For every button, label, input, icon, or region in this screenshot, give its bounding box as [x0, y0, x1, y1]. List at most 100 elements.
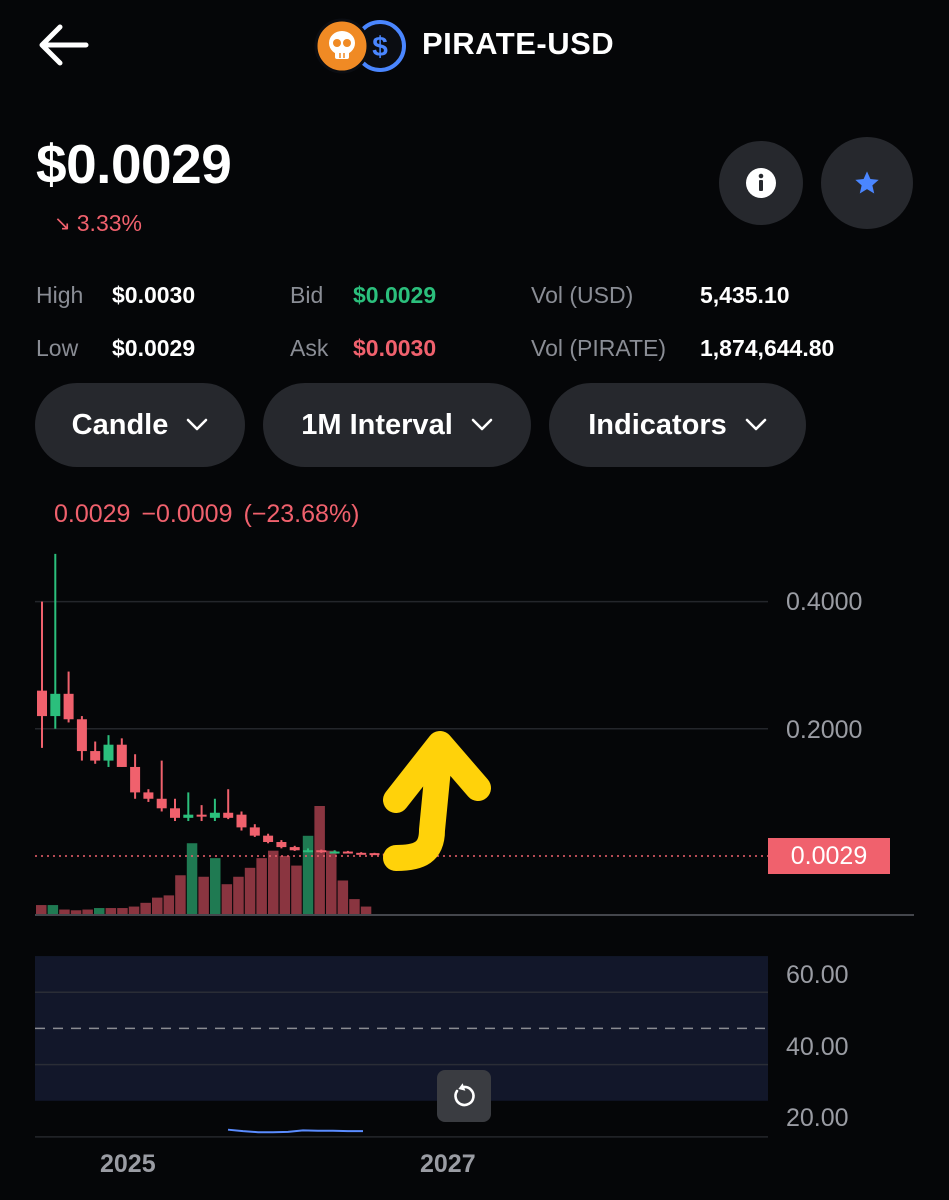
volume-bar [244, 867, 256, 914]
candle [303, 850, 313, 853]
candle [63, 693, 74, 720]
indicators-dropdown[interactable]: Indicators [549, 383, 806, 467]
volume-bar [94, 908, 105, 914]
vol-base-value: 1,874,644.80 [700, 335, 835, 361]
current-price: $0.0029 [36, 133, 232, 195]
volume-bar [326, 850, 337, 914]
candle [130, 766, 141, 793]
volume-bar [128, 906, 140, 914]
skull-icon [314, 18, 370, 74]
candle [342, 851, 353, 854]
star-icon [855, 171, 879, 194]
last-price-tag: 0.0029 [768, 838, 890, 874]
candle [236, 814, 247, 828]
info-button[interactable] [719, 141, 803, 225]
candle [196, 814, 207, 817]
low-label: Low [36, 335, 79, 361]
chart-type-label: Candle [71, 408, 169, 441]
arrow-down-right-icon: ↘ [54, 213, 71, 235]
chart-type-dropdown[interactable]: Candle [35, 383, 245, 467]
readout-change: −0.0009 [141, 500, 233, 528]
volume-bar [70, 910, 82, 914]
volume-bar [186, 843, 198, 914]
candle [223, 812, 234, 818]
arrow-left-icon [39, 24, 89, 66]
rsi-tick-label: 20.00 [786, 1104, 849, 1132]
x-tick-label: 2025 [100, 1150, 156, 1178]
reset-icon [454, 1083, 475, 1107]
volume-bar [198, 876, 209, 914]
volume-bar [36, 905, 47, 914]
candle [37, 690, 47, 717]
candle [90, 751, 101, 761]
interval-label: 1M Interval [301, 408, 453, 441]
reset-chart-button[interactable] [437, 1070, 491, 1122]
annotation-arrow [383, 731, 491, 871]
vol-usd-value: 5,435.10 [700, 282, 790, 308]
volume-bar [163, 895, 175, 914]
candle [289, 847, 300, 851]
y-tick-label: 0.2000 [786, 716, 863, 744]
chart-readout: 0.0029 −0.0009 (−23.68%) [54, 500, 360, 529]
volume-bar [268, 850, 279, 914]
volume-bar [314, 806, 325, 914]
low-value: $0.0029 [112, 335, 196, 361]
candle [183, 814, 194, 818]
chevron-down-icon [471, 418, 493, 431]
ask-value: $0.0030 [353, 335, 437, 361]
volume-bar [47, 905, 59, 914]
candle [276, 842, 287, 848]
rsi-line [227, 1128, 363, 1134]
volume-bar [302, 835, 314, 914]
volume-bar [279, 855, 291, 914]
high-label: High [36, 282, 84, 308]
volume-bar [221, 884, 233, 914]
volume-bar [256, 858, 267, 914]
rsi-tick-label: 40.00 [786, 1033, 849, 1061]
volume-bar [210, 858, 221, 914]
volume-bar [337, 880, 349, 914]
volume-bar [105, 908, 117, 914]
candle [103, 744, 114, 761]
pair-icons: $ [314, 18, 406, 74]
price-change: ↘ 3.33% [54, 210, 142, 237]
svg-text:$: $ [372, 31, 388, 62]
favorite-button[interactable] [821, 137, 913, 229]
candle [143, 792, 154, 799]
candle [356, 852, 367, 855]
interval-dropdown[interactable]: 1M Interval [263, 383, 531, 467]
info-icon [746, 168, 776, 198]
volume-bar [291, 865, 302, 914]
x-tick-label: 2027 [420, 1150, 476, 1178]
pair-title: PIRATE-USD [422, 26, 615, 61]
back-button[interactable] [36, 22, 90, 68]
candle [76, 719, 87, 752]
candle [50, 693, 61, 717]
volume-bar [233, 876, 244, 914]
volume-bar [349, 899, 360, 914]
y-tick-label: 0.4000 [786, 588, 863, 616]
candle [170, 808, 180, 818]
volume-bar [82, 909, 93, 914]
readout-change-pct: (−23.68%) [243, 500, 360, 528]
bid-label: Bid [290, 282, 324, 308]
price-change-percent: 3.33% [76, 210, 142, 236]
vol-usd-label: Vol (USD) [531, 282, 634, 308]
candle [329, 851, 340, 854]
candle [156, 798, 167, 809]
chevron-down-icon [187, 418, 208, 431]
high-value: $0.0030 [112, 282, 196, 308]
candle [316, 850, 327, 853]
candle [263, 835, 274, 843]
readout-last: 0.0029 [54, 500, 131, 528]
volume-bar [360, 906, 372, 914]
volume-bar [140, 902, 151, 914]
volume-bar [117, 908, 128, 914]
candle [249, 827, 260, 836]
ask-label: Ask [290, 335, 329, 361]
volume-bar [175, 875, 186, 914]
candle [369, 853, 380, 856]
candle [116, 744, 127, 767]
candle [209, 812, 220, 818]
chevron-down-icon [745, 418, 767, 431]
